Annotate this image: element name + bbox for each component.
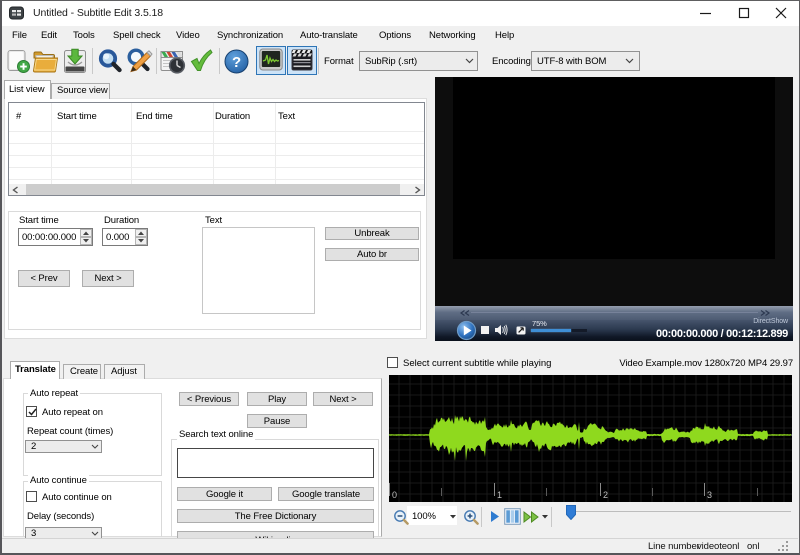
svg-text:1: 1 [497, 490, 502, 500]
svg-text:0: 0 [392, 490, 397, 500]
svg-text:?: ? [232, 54, 241, 71]
svg-text:2: 2 [603, 490, 608, 500]
svg-text:3: 3 [707, 490, 712, 500]
